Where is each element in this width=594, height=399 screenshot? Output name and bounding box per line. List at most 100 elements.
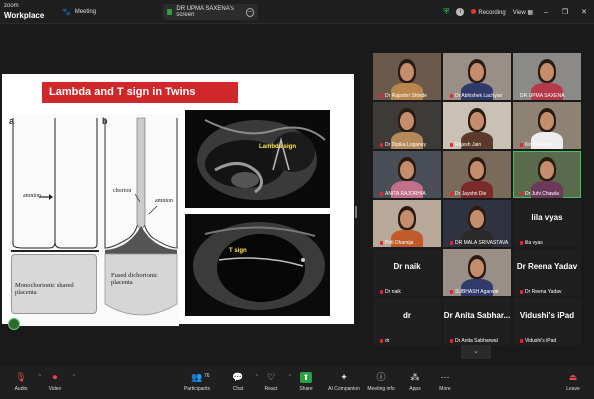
- mic-muted-icon: [380, 143, 383, 147]
- participant-name-tag: Dr Abhishek Lachyan: [450, 93, 502, 99]
- participant-name: Dr Dipika Loganey: [385, 142, 427, 148]
- participant-tile[interactable]: Rajesh Jain: [443, 102, 511, 149]
- participants-button[interactable]: 👥 76 Participants: [178, 372, 216, 392]
- participant-name: Rajesh Jain: [455, 142, 482, 148]
- react-label: React: [264, 386, 278, 392]
- participant-name-tag: Kiran's iPad: [520, 142, 552, 148]
- brand-workplace: Workplace: [4, 11, 45, 20]
- share-button[interactable]: ⬆ Share: [289, 372, 323, 392]
- zoom-logo: zoom Workplace: [4, 2, 44, 20]
- mic-muted-icon: [520, 143, 523, 147]
- minimize-button[interactable]: –: [540, 9, 552, 16]
- participant-tile[interactable]: Dr naik Dr naik: [373, 249, 441, 296]
- participant-tile[interactable]: dr dr: [373, 298, 441, 345]
- tab-meeting-label: Meeting: [74, 9, 97, 15]
- panel-resize-handle[interactable]: [355, 206, 357, 218]
- view-button[interactable]: View ▦: [513, 9, 533, 16]
- shared-slide: Lambda and T sign in Twins a b amnion ch…: [2, 74, 354, 326]
- close-button[interactable]: ✕: [578, 8, 590, 16]
- participant-name: Vidushi's iPad: [525, 338, 557, 344]
- video-caret-icon[interactable]: ^: [73, 374, 75, 380]
- participants-label: Participants: [183, 386, 211, 392]
- participant-name-tag: Dr Dipika Loganey: [380, 142, 426, 148]
- recording-indicator[interactable]: Recording: [471, 8, 506, 16]
- mic-muted-icon: 🎙: [15, 372, 27, 382]
- participant-name-tag: dr: [380, 338, 389, 344]
- info-icon[interactable]: i: [456, 8, 465, 16]
- participant-name-tag: Dr Jayshri Die: [450, 191, 486, 197]
- participant-tile[interactable]: Dr Dipika Loganey: [373, 102, 441, 149]
- participant-name: SUBHASH Agarwal: [455, 289, 499, 295]
- tab-close-icon[interactable]: –: [245, 7, 254, 17]
- ai-companion-button[interactable]: ✦ AI Companion: [324, 372, 364, 392]
- participant-tile[interactable]: ANITA RAJORHIA: [373, 151, 441, 198]
- tab-meeting[interactable]: 🐾 Meeting: [62, 4, 96, 20]
- chat-button[interactable]: 💬 ^ Chat: [221, 372, 258, 392]
- ultrasound-lambda-image: Lambda sign: [185, 110, 330, 208]
- lambda-sign-label: Lambda sign: [259, 144, 297, 150]
- mic-muted-icon: [380, 290, 383, 294]
- mic-muted-icon: [450, 143, 453, 147]
- participant-name: Dr naik: [385, 289, 401, 295]
- meeting-info-button[interactable]: ⓘ Meeting info: [363, 372, 399, 392]
- participant-name-tag: Priti Dhamija: [380, 240, 413, 246]
- slide-title: Lambda and T sign in Twins: [42, 82, 238, 103]
- participant-name-tag: Dr Juhi Chawla: [520, 191, 559, 197]
- participant-display-name: Dr naik: [393, 262, 421, 271]
- participant-tile[interactable]: Priti Dhamija: [373, 200, 441, 247]
- mic-muted-icon: [450, 94, 453, 98]
- mic-muted-icon: [450, 339, 453, 343]
- t-sign-label: T sign: [229, 248, 247, 254]
- participant-name-tag: Dr Rajashri Shinde: [380, 93, 427, 99]
- mic-muted-icon: [380, 94, 383, 98]
- participant-tile[interactable]: Dr Juhi Chawla: [513, 151, 581, 198]
- participant-tile[interactable]: Dr Reena Yadav Dr Reena Yadav: [513, 249, 581, 296]
- participant-tile[interactable]: SUBHASH Agarwal: [443, 249, 511, 296]
- participant-tile[interactable]: Dr Anita Sabhar... Dr Anita Sabharwal: [443, 298, 511, 345]
- mono-placenta-label: Monochorionic shared placenta: [15, 282, 74, 296]
- mic-muted-icon: [450, 192, 453, 196]
- audio-label: Audio: [14, 386, 28, 392]
- tab-shared-screen[interactable]: DR UPMA SAXENA's screen –: [163, 4, 258, 20]
- chevron-down-icon[interactable]: ⌄: [461, 345, 491, 359]
- participant-name: dr: [385, 338, 390, 344]
- grid-icon: ▦: [527, 9, 533, 16]
- heart-icon: ♡: [266, 372, 276, 382]
- more-button[interactable]: ⋯ More: [428, 372, 462, 392]
- annotate-icon[interactable]: [8, 318, 20, 330]
- participant-tile[interactable]: DR UPMA SAXENA: [513, 53, 581, 100]
- participant-tile[interactable]: Dr Rajashri Shinde: [373, 53, 441, 100]
- apps-button[interactable]: ⁂ Apps: [398, 372, 432, 392]
- participant-face: [400, 63, 414, 81]
- title-bar: zoom Workplace 🐾 Meeting DR UPMA SAXENA'…: [0, 0, 594, 24]
- paw-icon: 🐾: [62, 9, 71, 16]
- share-label: Share: [299, 386, 313, 392]
- participant-name: DR MALA SRIVASTAVA: [455, 240, 509, 246]
- chat-icon: 💬: [232, 372, 244, 382]
- react-button[interactable]: ♡ ^ React: [254, 372, 291, 392]
- more-label: More: [439, 386, 451, 392]
- participant-name-tag: Dr naik: [380, 289, 401, 295]
- participant-face: [540, 63, 554, 81]
- mic-muted-icon: [450, 241, 453, 245]
- participant-display-name: Vidushi's iPad: [519, 311, 575, 320]
- participants-icon: 👥: [191, 372, 203, 382]
- participant-tile[interactable]: Kiran's iPad: [513, 102, 581, 149]
- participant-name-tag: SUBHASH Agarwal: [450, 289, 498, 295]
- leave-label: Leave: [566, 386, 580, 392]
- participant-face: [400, 112, 414, 130]
- participant-tile[interactable]: Dr Abhishek Lachyan: [443, 53, 511, 100]
- participant-tile[interactable]: Dr Jayshri Die: [443, 151, 511, 198]
- participant-name: Dr Juhi Chawla: [525, 191, 559, 197]
- participant-tile[interactable]: DR MALA SRIVASTAVA: [443, 200, 511, 247]
- maximize-button[interactable]: ❐: [559, 8, 571, 16]
- participant-tile[interactable]: Vidushi's iPad Vidushi's iPad: [513, 298, 581, 345]
- ultrasound-t-image: T sign: [185, 214, 330, 316]
- participant-name-tag: Vidushi's iPad: [520, 338, 556, 344]
- leave-button[interactable]: ⏏ Leave: [556, 372, 590, 392]
- participant-tile[interactable]: lila vyas lila vyas: [513, 200, 581, 247]
- audio-button[interactable]: 🎙 ^ Audio: [4, 372, 41, 392]
- video-label: Video: [48, 386, 62, 392]
- video-button[interactable]: ⏺ ^ Video: [38, 372, 75, 392]
- shield-icon[interactable]: ⛨: [443, 7, 449, 17]
